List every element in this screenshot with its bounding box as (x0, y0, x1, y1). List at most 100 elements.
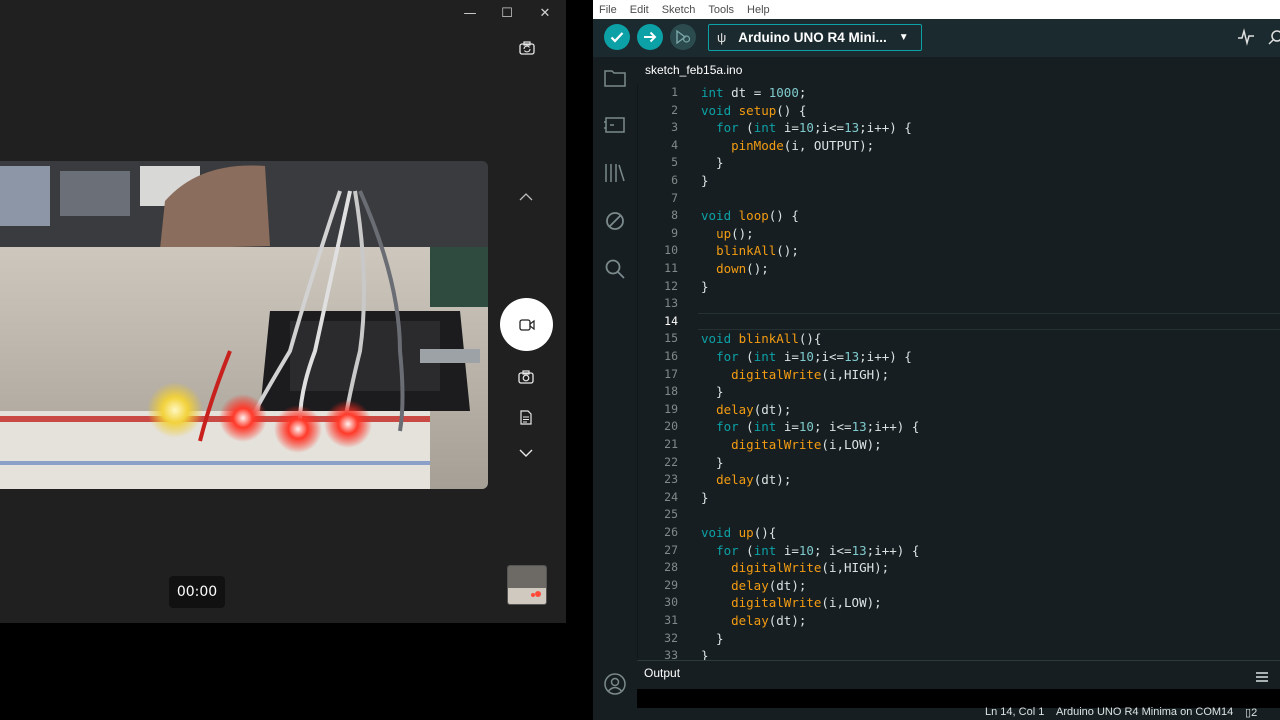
arduino-ide-window: File Edit Sketch Tools Help ψ Arduino UN… (593, 0, 1280, 720)
code-line[interactable]: } (701, 154, 724, 172)
line-number: 6 (671, 173, 678, 187)
arrow-right-icon (644, 31, 657, 43)
search-icon[interactable] (603, 257, 627, 281)
code-line[interactable]: for (int i=10; i<=13;i++) { (701, 418, 919, 436)
debug-icon[interactable] (603, 209, 627, 233)
code-line[interactable]: down(); (701, 260, 769, 278)
chevron-down-icon[interactable] (514, 442, 538, 464)
code-line[interactable]: } (701, 489, 709, 507)
line-number: 3 (671, 120, 678, 135)
code-line[interactable]: blinkAll(); (701, 242, 799, 260)
profile-icon[interactable] (603, 672, 627, 696)
line-number: 33 (664, 648, 678, 660)
notification-count: 2 (1251, 707, 1258, 719)
line-number: 9 (671, 225, 678, 240)
code-line[interactable]: delay(dt); (701, 577, 806, 595)
last-capture-thumbnail[interactable] (507, 565, 547, 605)
camera-preview (0, 161, 488, 489)
status-bar: Ln 14, Col 1 Arduino UNO R4 Minima on CO… (593, 706, 1280, 720)
line-number: 28 (664, 560, 678, 575)
code-line[interactable]: digitalWrite(i,HIGH); (701, 559, 889, 577)
recording-timer: 00:00 (169, 576, 225, 608)
toolbar: ψ Arduino UNO R4 Mini... ▼ (593, 19, 1280, 57)
notifications-indicator[interactable]: ▯2 (1245, 706, 1257, 719)
line-number: 16 (664, 349, 678, 363)
code-line[interactable]: for (int i=10;i<=13;i++) { (701, 348, 912, 366)
code-line[interactable]: for (int i=10;i<=13;i++) { (701, 119, 912, 137)
code-line[interactable]: digitalWrite(i,HIGH); (701, 366, 889, 384)
code-line[interactable]: } (701, 630, 724, 648)
code-line[interactable]: pinMode(i, OUTPUT); (701, 137, 874, 155)
line-number: 29 (664, 577, 678, 592)
line-number: 14 (664, 313, 678, 328)
line-number: 19 (664, 401, 678, 416)
line-number: 24 (664, 489, 678, 504)
checkmark-icon (610, 32, 624, 43)
board-name: Arduino UNO R4 Mini... (738, 30, 887, 45)
video-record-button[interactable] (500, 298, 553, 351)
code-line[interactable]: } (701, 278, 709, 296)
code-line[interactable]: void blinkAll(){ (701, 330, 821, 348)
serial-monitor-icon[interactable] (1268, 28, 1280, 48)
code-line[interactable]: delay(dt); (701, 471, 791, 489)
board-selector[interactable]: ψ Arduino UNO R4 Mini... ▼ (708, 24, 922, 51)
code-line[interactable]: void up(){ (701, 524, 776, 542)
code-line[interactable]: delay(dt); (701, 612, 806, 630)
line-number: 5 (671, 155, 678, 170)
menu-file[interactable]: File (599, 4, 617, 16)
cursor-position[interactable]: Ln 14, Col 1 (985, 706, 1044, 718)
serial-plotter-icon[interactable] (1237, 28, 1257, 48)
code-line[interactable]: up(); (701, 225, 754, 243)
line-number: 31 (664, 613, 678, 627)
verify-button[interactable] (604, 24, 630, 50)
debug-button[interactable] (670, 24, 696, 50)
menu-sketch[interactable]: Sketch (662, 4, 696, 16)
camera-icon[interactable] (514, 366, 538, 388)
folder-icon[interactable] (603, 66, 627, 90)
upload-button[interactable] (637, 24, 663, 50)
usb-icon: ψ (717, 30, 727, 45)
line-number: 32 (664, 630, 678, 645)
code-line[interactable]: } (701, 647, 709, 660)
chevron-up-icon[interactable] (514, 186, 538, 208)
code-line[interactable]: delay(dt); (701, 401, 791, 419)
menu-edit[interactable]: Edit (630, 4, 649, 16)
line-number: 17 (664, 366, 678, 381)
line-number: 27 (664, 542, 678, 557)
code-line[interactable]: } (701, 383, 724, 401)
line-number: 13 (664, 296, 678, 311)
line-number: 15 (664, 331, 678, 346)
code-line[interactable]: digitalWrite(i,LOW); (701, 436, 882, 454)
line-number: 23 (664, 472, 678, 487)
library-manager-icon[interactable] (603, 161, 627, 185)
debug-icon (676, 30, 691, 44)
code-editor[interactable]: 1 2 3 4 5 6 7 8 9 10 11 12 13 14 15 16 17 18 19 20 21 22 23 24 2… (637, 84, 1280, 660)
code-line[interactable]: digitalWrite(i,LOW); (701, 594, 882, 612)
line-number: 7 (671, 190, 678, 205)
switch-camera-icon[interactable] (515, 36, 539, 60)
boards-manager-icon[interactable] (603, 113, 627, 137)
line-number: 1 (671, 85, 678, 99)
document-icon[interactable] (514, 406, 538, 428)
code-line[interactable]: int dt = 1000; (701, 84, 806, 102)
tab-sketch[interactable]: sketch_feb15a.ino (637, 57, 751, 84)
close-icon[interactable]: ✕ (535, 4, 555, 24)
menu-help[interactable]: Help (747, 4, 770, 16)
maximize-icon[interactable]: ☐ (497, 4, 517, 24)
code-line[interactable]: } (701, 172, 709, 190)
caret-down-icon: ▼ (898, 32, 909, 43)
line-number: 8 (671, 208, 678, 223)
code-line[interactable]: void setup() { (701, 102, 806, 120)
code-line[interactable]: } (701, 454, 724, 472)
menu-tools[interactable]: Tools (708, 4, 734, 16)
code-line[interactable]: for (int i=10; i<=13;i++) { (701, 542, 919, 560)
output-menu-icon[interactable] (1255, 668, 1269, 682)
video-icon (518, 318, 535, 331)
status-board[interactable]: Arduino UNO R4 Minima on COM14 (1056, 706, 1233, 718)
line-number: 4 (671, 137, 678, 152)
code-line[interactable]: void loop() { (701, 207, 799, 225)
output-label: Output (644, 666, 681, 680)
line-number: 20 (664, 419, 678, 434)
line-number: 21 (664, 437, 678, 451)
minimize-icon[interactable]: — (460, 4, 480, 24)
